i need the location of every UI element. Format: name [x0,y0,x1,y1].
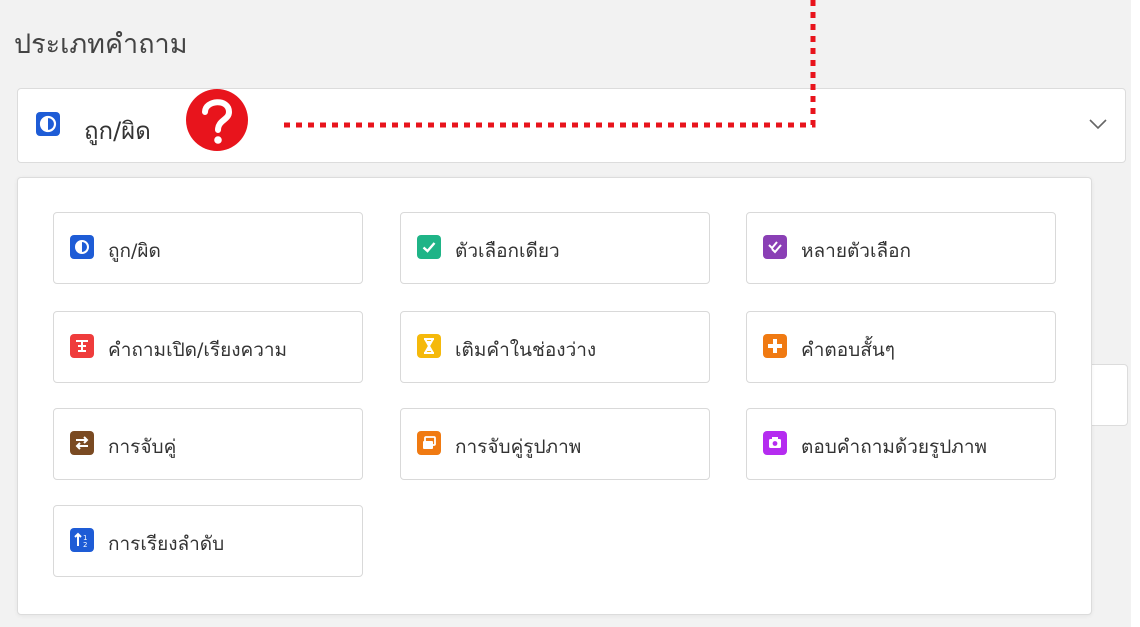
question-mark-icon [179,84,269,168]
annotation-dotted-line [282,0,816,128]
